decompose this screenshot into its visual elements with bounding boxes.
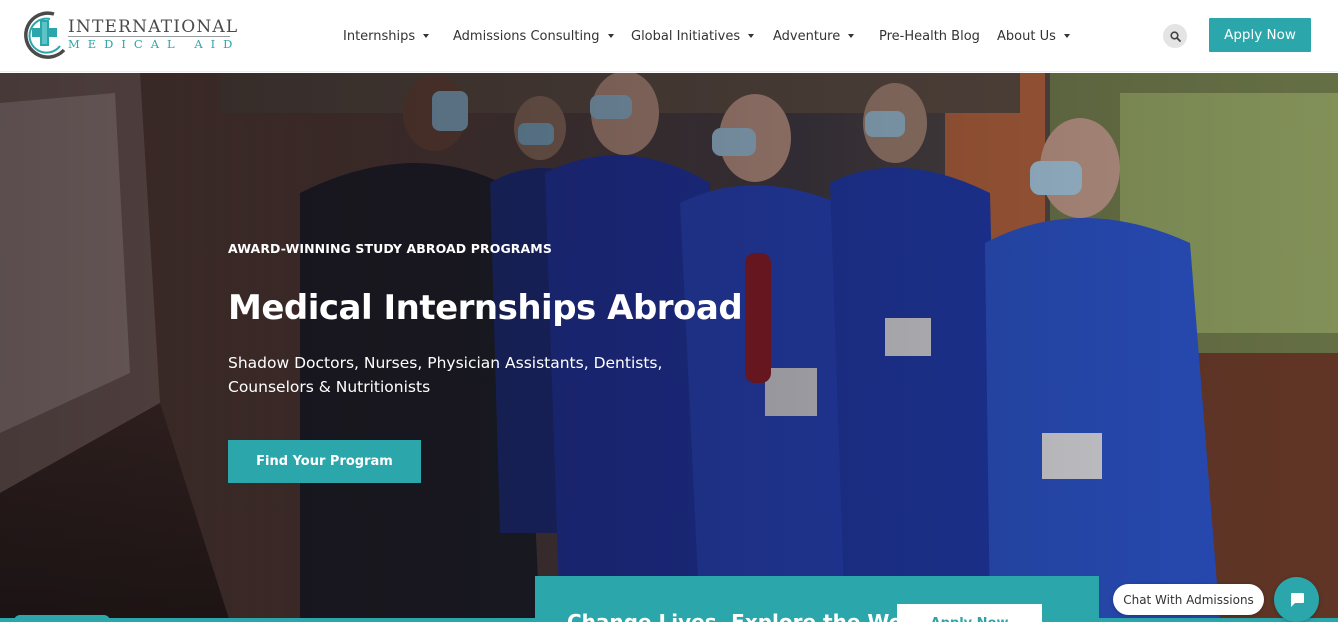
promo-text: Change Lives. Explore the World™	[567, 610, 954, 622]
promo-banner: Change Lives. Explore the World™ Apply N…	[535, 576, 1099, 622]
promo-apply-button[interactable]: Apply Now	[897, 604, 1042, 622]
nav-admissions-consulting[interactable]: Admissions Consulting	[453, 26, 614, 46]
hero-bottom-pill	[14, 615, 110, 622]
chat-bubble-icon	[1290, 592, 1304, 607]
nav-adventure[interactable]: Adventure	[773, 26, 855, 46]
nav-about-us[interactable]: About Us	[997, 26, 1070, 46]
nav-pre-health-blog-label: Pre-Health Blog	[879, 28, 980, 44]
nav-internships[interactable]: Internships	[343, 26, 430, 46]
chevron-down-icon	[607, 34, 614, 38]
chat-with-admissions-label[interactable]: Chat With Admissions	[1113, 584, 1264, 615]
logo-wordmark-top: INTERNATIONAL	[68, 17, 239, 37]
nav-pre-health-blog[interactable]: Pre-Health Blog	[879, 26, 980, 46]
nav-internships-label: Internships	[343, 28, 416, 44]
hero-eyebrow: AWARD-WINNING STUDY ABROAD PROGRAMS	[228, 241, 552, 256]
site-logo[interactable]: INTERNATIONAL MEDICAL AID	[20, 8, 239, 60]
logo-cross-icon	[24, 11, 66, 59]
nav-adventure-label: Adventure	[773, 28, 841, 44]
nav-admissions-consulting-label: Admissions Consulting	[453, 28, 600, 44]
search-button[interactable]	[1163, 24, 1187, 48]
hero-section: AWARD-WINNING STUDY ABROAD PROGRAMS Medi…	[0, 73, 1338, 622]
hero-subtitle: Shadow Doctors, Nurses, Physician Assist…	[228, 354, 663, 396]
nav-global-initiatives[interactable]: Global Initiatives	[631, 26, 755, 46]
chevron-down-icon	[1063, 34, 1070, 38]
chevron-down-icon	[423, 34, 430, 38]
apply-now-button[interactable]: Apply Now	[1209, 18, 1311, 52]
hero-overlay	[0, 73, 1338, 622]
nav-about-us-label: About Us	[997, 28, 1056, 44]
chat-launcher-button[interactable]	[1274, 577, 1319, 622]
hero-title: Medical Internships Abroad	[228, 288, 743, 328]
nav-global-initiatives-label: Global Initiatives	[631, 28, 741, 44]
site-header: INTERNATIONAL MEDICAL AID Internships Ad…	[0, 0, 1338, 72]
find-your-program-button[interactable]: Find Your Program	[228, 440, 421, 483]
chevron-down-icon	[748, 34, 755, 38]
chevron-down-icon	[848, 34, 855, 38]
search-icon	[1169, 30, 1181, 42]
logo-wordmark-bottom: MEDICAL AID	[68, 37, 241, 51]
